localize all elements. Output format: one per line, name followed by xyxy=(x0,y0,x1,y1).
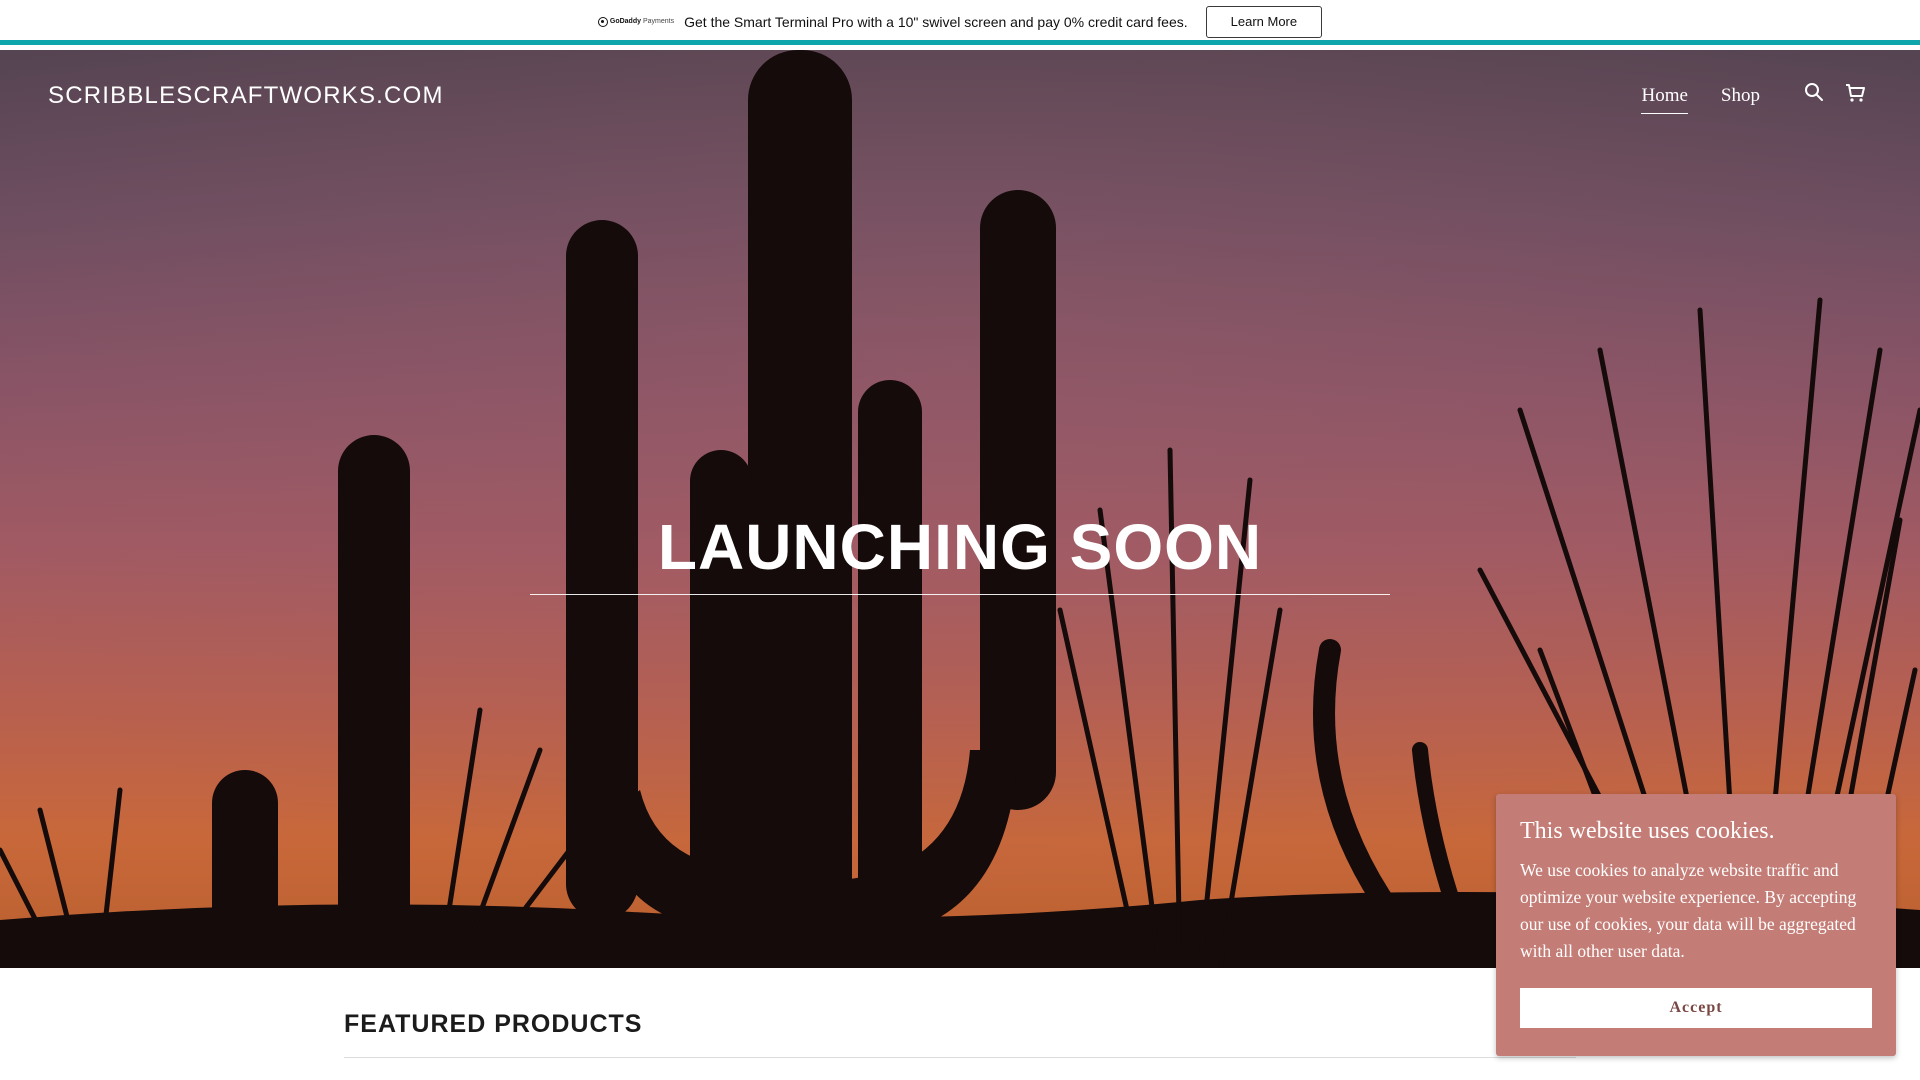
featured-divider xyxy=(344,1057,1576,1058)
featured-products-heading: FEATURED PRODUCTS xyxy=(344,1010,643,1038)
cookie-title: This website uses cookies. xyxy=(1520,818,1775,844)
site-header: SCRIBBLESCRAFTWORKS.COM Home Shop xyxy=(0,50,1920,170)
logo-brand-text: GoDaddy xyxy=(609,18,641,25)
hero-title: LAUNCHING SOON xyxy=(657,511,1263,583)
cookie-banner: This website uses cookies. We use cookie… xyxy=(1496,794,1896,1056)
hero-divider xyxy=(530,594,1390,595)
promo-content: GoDaddy Payments Get the Smart Terminal … xyxy=(597,5,1323,38)
accept-cookies-button[interactable]: Accept xyxy=(1520,988,1872,1028)
logo-product-text: Payments xyxy=(643,18,675,25)
cookie-body: We use cookies to analyze website traffi… xyxy=(1520,860,1857,961)
nav-home[interactable]: Home xyxy=(1641,85,1688,114)
promo-text: Get the Smart Terminal Pro with a 10" sw… xyxy=(684,13,1188,30)
site-brand-logo[interactable]: SCRIBBLESCRAFTWORKS.COM xyxy=(48,82,444,110)
nav-shop[interactable]: Shop xyxy=(1721,85,1760,114)
cart-icon[interactable] xyxy=(1844,82,1865,104)
promo-bar: GoDaddy Payments Get the Smart Terminal … xyxy=(0,0,1920,45)
godaddy-payments-logo: GoDaddy Payments xyxy=(597,16,675,27)
main-nav: Home Shop xyxy=(1641,85,1760,114)
header-icons xyxy=(1804,82,1865,104)
godaddy-logo-icon xyxy=(597,16,608,27)
learn-more-button[interactable]: Learn More xyxy=(1205,5,1323,38)
search-icon[interactable] xyxy=(1804,82,1824,104)
